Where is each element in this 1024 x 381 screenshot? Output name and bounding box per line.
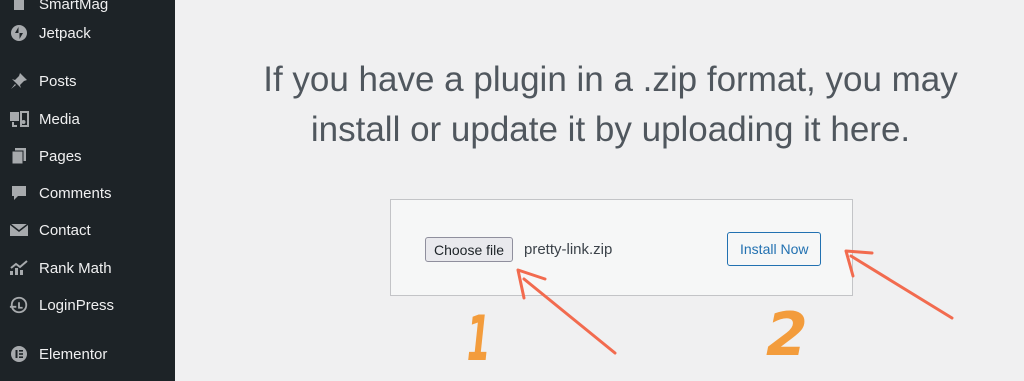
sidebar-item-label: Comments — [39, 184, 112, 202]
sidebar-item-label: Posts — [39, 72, 77, 90]
choose-file-button[interactable]: Choose file — [425, 237, 514, 262]
sidebar-item-label: Rank Math — [39, 259, 112, 277]
selected-file-name: pretty-link.zip — [524, 241, 613, 258]
pages-icon — [9, 146, 29, 166]
loginpress-icon — [9, 295, 29, 315]
smartmag-icon — [9, 0, 29, 14]
sidebar-item-label: Jetpack — [39, 24, 91, 42]
sidebar-item-pages[interactable]: Pages — [0, 138, 175, 174]
pin-icon — [9, 71, 29, 91]
help-line-2: install or update it by uploading it her… — [310, 110, 911, 149]
sidebar-item-loginpress[interactable]: LoginPress — [0, 287, 175, 323]
sidebar-item-label: Contact — [39, 221, 91, 239]
elementor-icon — [9, 344, 29, 364]
comment-icon — [9, 183, 29, 203]
sidebar-item-rank-math[interactable]: Rank Math — [0, 250, 175, 286]
step-number-1: 1 — [466, 302, 491, 375]
media-icon — [9, 109, 29, 129]
help-line-1: If you have a plugin in a .zip format, y… — [263, 60, 958, 99]
sidebar-item-media[interactable]: Media — [0, 101, 175, 137]
admin-sidebar: SmartMag Jetpack Posts Media Pages Comme… — [0, 0, 175, 381]
sidebar-item-label: Elementor — [39, 345, 108, 363]
install-now-button[interactable]: Install Now — [727, 232, 822, 266]
sidebar-item-contact[interactable]: Contact — [0, 212, 175, 248]
plugin-upload-form: Choose file pretty-link.zip Install Now — [390, 199, 853, 296]
sidebar-item-label: Media — [39, 110, 80, 128]
main-content: If you have a plugin in a .zip format, y… — [175, 0, 1024, 381]
sidebar-item-label: Pages — [39, 147, 82, 165]
step-number-2: 2 — [766, 300, 808, 370]
sidebar-item-elementor[interactable]: Elementor — [0, 336, 175, 372]
sidebar-item-jetpack[interactable]: Jetpack — [0, 15, 175, 51]
sidebar-item-posts[interactable]: Posts — [0, 63, 175, 99]
sidebar-item-comments[interactable]: Comments — [0, 175, 175, 211]
envelope-icon — [9, 220, 29, 240]
sidebar-item-label: LoginPress — [39, 296, 115, 314]
rank-math-icon — [9, 258, 29, 278]
sidebar-item-label: SmartMag — [39, 0, 109, 13]
jetpack-icon — [9, 23, 29, 43]
upload-help-text: If you have a plugin in a .zip format, y… — [175, 55, 1024, 155]
